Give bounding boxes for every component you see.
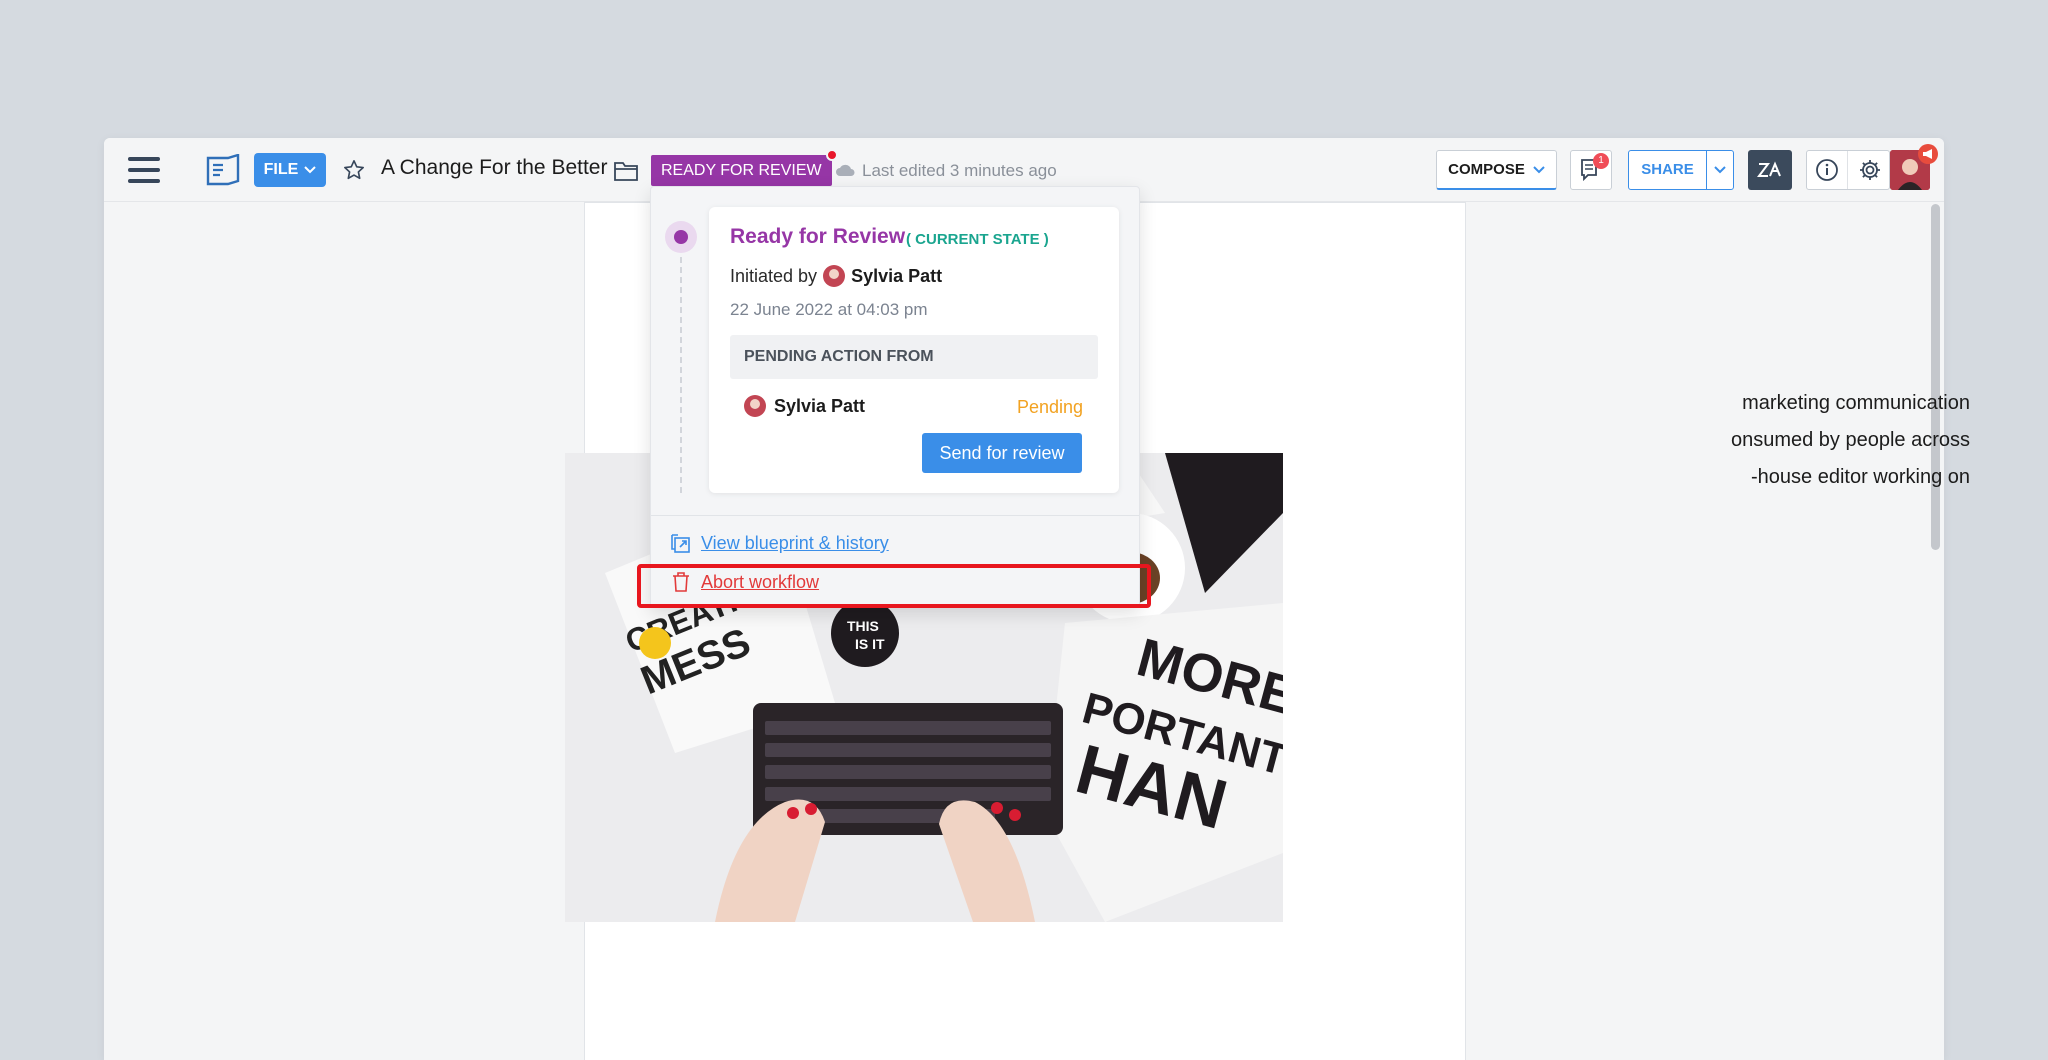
- send-for-review-button[interactable]: Send for review: [922, 433, 1082, 473]
- current-state-tag: ( CURRENT STATE ): [906, 231, 1049, 248]
- file-button-label: FILE: [263, 161, 299, 178]
- external-link-icon: [671, 533, 690, 553]
- timeline-current-dot: [665, 221, 697, 253]
- workflow-status-badge[interactable]: READY FOR REVIEW: [651, 149, 838, 186]
- share-label[interactable]: SHARE: [1629, 151, 1707, 189]
- cloud-icon: [834, 162, 856, 178]
- hamburger-icon[interactable]: [128, 157, 160, 183]
- svg-text:IS IT: IS IT: [855, 636, 885, 652]
- paragraph-line[interactable]: marketing communication: [1670, 392, 1970, 415]
- folder-icon[interactable]: [612, 158, 640, 184]
- initiated-by-label: Initiated by: [730, 265, 818, 286]
- status-badge-label: READY FOR REVIEW: [661, 162, 822, 179]
- gear-icon: [1859, 160, 1880, 180]
- workflow-popover: Ready for Review ( CURRENT STATE ) Initi…: [650, 186, 1140, 608]
- abort-workflow-highlight: [637, 564, 1151, 608]
- settings-button[interactable]: [1849, 151, 1890, 189]
- announcement-badge[interactable]: [1918, 144, 1938, 164]
- document-title[interactable]: A Change For the Better: [381, 156, 607, 180]
- scrollbar-thumb[interactable]: [1931, 204, 1940, 550]
- assignee-avatar: [744, 395, 766, 417]
- compose-label: COMPOSE: [1448, 161, 1525, 178]
- initiated-date: 22 June 2022 at 04:03 pm: [730, 300, 928, 319]
- chevron-down-icon: [1533, 165, 1545, 173]
- compose-button[interactable]: COMPOSE: [1436, 150, 1557, 190]
- info-icon: [1816, 159, 1838, 181]
- share-dropdown-toggle[interactable]: [1707, 151, 1733, 189]
- timeline-connector: [680, 257, 682, 493]
- assignee-row: Sylvia Patt: [744, 395, 865, 417]
- initiated-by-row: Initiated by Sylvia Patt: [730, 265, 942, 287]
- assignee-status: Pending: [1016, 397, 1083, 417]
- zia-icon: [1757, 161, 1781, 177]
- star-icon[interactable]: [340, 156, 368, 184]
- info-button[interactable]: [1807, 151, 1848, 189]
- share-button[interactable]: SHARE: [1628, 150, 1734, 190]
- pending-action-header: PENDING ACTION FROM: [730, 335, 1098, 379]
- chevron-down-icon: [1714, 166, 1726, 174]
- initiator-name: Sylvia Patt: [851, 265, 943, 286]
- state-title: Ready for Review: [730, 225, 906, 248]
- zia-assistant-button[interactable]: [1748, 150, 1792, 190]
- view-blueprint-history-link[interactable]: View blueprint & history: [671, 533, 889, 554]
- info-settings-group: [1806, 150, 1890, 190]
- comment-count-badge: 1: [1593, 153, 1609, 169]
- svg-text:THIS: THIS: [847, 618, 879, 634]
- popover-divider: [651, 515, 1139, 516]
- assignee-name: Sylvia Patt: [774, 395, 866, 416]
- file-menu-button[interactable]: FILE: [254, 153, 326, 187]
- document-icon[interactable]: [206, 154, 240, 186]
- chevron-down-icon: [304, 166, 317, 174]
- paragraph-line[interactable]: -house editor working on: [1670, 466, 1970, 489]
- last-edited-text: Last edited 3 minutes ago: [862, 161, 1057, 180]
- megaphone-icon: [1923, 149, 1932, 159]
- status-indicator-dot: [825, 149, 838, 161]
- view-blueprint-history-label: View blueprint & history: [701, 533, 889, 553]
- current-state-card: Ready for Review ( CURRENT STATE ) Initi…: [709, 207, 1119, 493]
- vertical-scrollbar[interactable]: [1928, 202, 1942, 1060]
- paragraph-line[interactable]: onsumed by people across: [1670, 429, 1970, 452]
- initiator-avatar: [823, 265, 846, 287]
- comments-button[interactable]: 1: [1570, 150, 1612, 190]
